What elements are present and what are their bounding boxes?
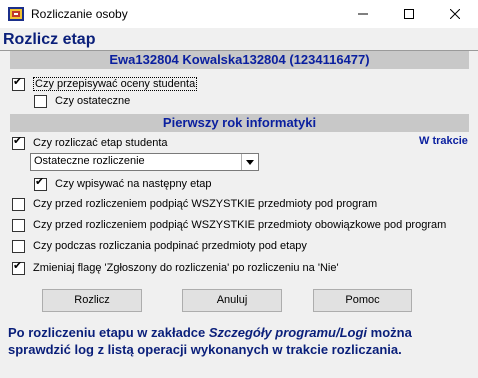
dropdown-button[interactable]	[241, 154, 258, 170]
checkbox-label: Czy przed rozliczeniem podpiąć WSZYSTKIE…	[33, 198, 378, 210]
checkbox-label: Zmieniaj flagę 'Zgłoszony do rozliczenia…	[33, 262, 339, 274]
checkbox-box[interactable]	[12, 197, 25, 211]
maximize-icon	[404, 9, 414, 19]
checkbox-label: Czy przepisywać oceny studenta	[33, 77, 198, 91]
info-note: Po rozliczeniu etapu w zakładce Szczegół…	[8, 324, 473, 358]
checkbox-box[interactable]	[12, 260, 25, 275]
settlement-mode-select[interactable]: Ostateczne rozliczenie	[30, 153, 259, 171]
checkbox-box[interactable]	[12, 239, 25, 253]
settle-button[interactable]: Rozlicz	[42, 289, 142, 312]
attach-stages-checkbox[interactable]: Czy podczas rozliczania podpinać przedmi…	[12, 238, 307, 254]
attach-all-checkbox[interactable]: Czy przed rozliczeniem podpiąć WSZYSTKIE…	[12, 196, 377, 212]
note-italic-link-text: Szczegóły programu/Logi	[208, 325, 368, 340]
enroll-next-checkbox[interactable]: Czy wpisywać na następny etap	[34, 176, 212, 192]
app-icon	[8, 7, 24, 21]
checkbox-label: Czy podczas rozliczania podpinać przedmi…	[33, 240, 307, 252]
maximize-button[interactable]	[386, 0, 432, 28]
note-text-1: Po rozliczeniu etapu w zakładce	[8, 325, 209, 340]
checkbox-label: Czy przed rozliczeniem podpiąć WSZYSTKIE…	[33, 219, 447, 231]
student-name-bar: Ewa132804 Kowalska132804 (1234116477)	[10, 51, 469, 69]
select-value: Ostateczne rozliczenie	[34, 155, 145, 167]
checkbox-box[interactable]	[12, 135, 25, 150]
close-icon	[450, 9, 460, 19]
checkbox-box[interactable]	[12, 76, 25, 91]
final-checkbox[interactable]: Czy ostateczne	[34, 93, 130, 109]
checkbox-label: Czy wpisywać na następny etap	[55, 178, 212, 190]
checkbox-label: Czy ostateczne	[55, 95, 131, 107]
minimize-icon	[358, 13, 368, 15]
stage-status: W trakcie	[419, 135, 468, 147]
window-title: Rozliczanie osoby	[31, 7, 128, 21]
rewrite-grades-checkbox[interactable]: Czy przepisywać oceny studenta	[12, 76, 198, 92]
checkbox-box[interactable]	[12, 218, 25, 232]
checkbox-box[interactable]	[34, 94, 47, 108]
title-bar: Rozliczanie osoby	[0, 0, 478, 28]
close-button[interactable]	[432, 0, 478, 28]
checkbox-box[interactable]	[34, 176, 47, 191]
settle-stage-checkbox[interactable]: Czy rozliczać etap studenta	[12, 135, 168, 151]
attach-mandatory-checkbox[interactable]: Czy przed rozliczeniem podpiąć WSZYSTKIE…	[12, 217, 446, 233]
checkbox-label: Czy rozliczać etap studenta	[33, 137, 168, 149]
section-header: Rozlicz etap	[3, 31, 96, 48]
change-flag-checkbox[interactable]: Zmieniaj flagę 'Zgłoszony do rozliczenia…	[12, 260, 339, 276]
cancel-button[interactable]: Anuluj	[182, 289, 282, 312]
minimize-button[interactable]	[340, 0, 386, 28]
stage-name-bar: Pierwszy rok informatyki	[10, 114, 469, 132]
chevron-down-icon	[246, 159, 254, 165]
help-button[interactable]: Pomoc	[313, 289, 412, 312]
